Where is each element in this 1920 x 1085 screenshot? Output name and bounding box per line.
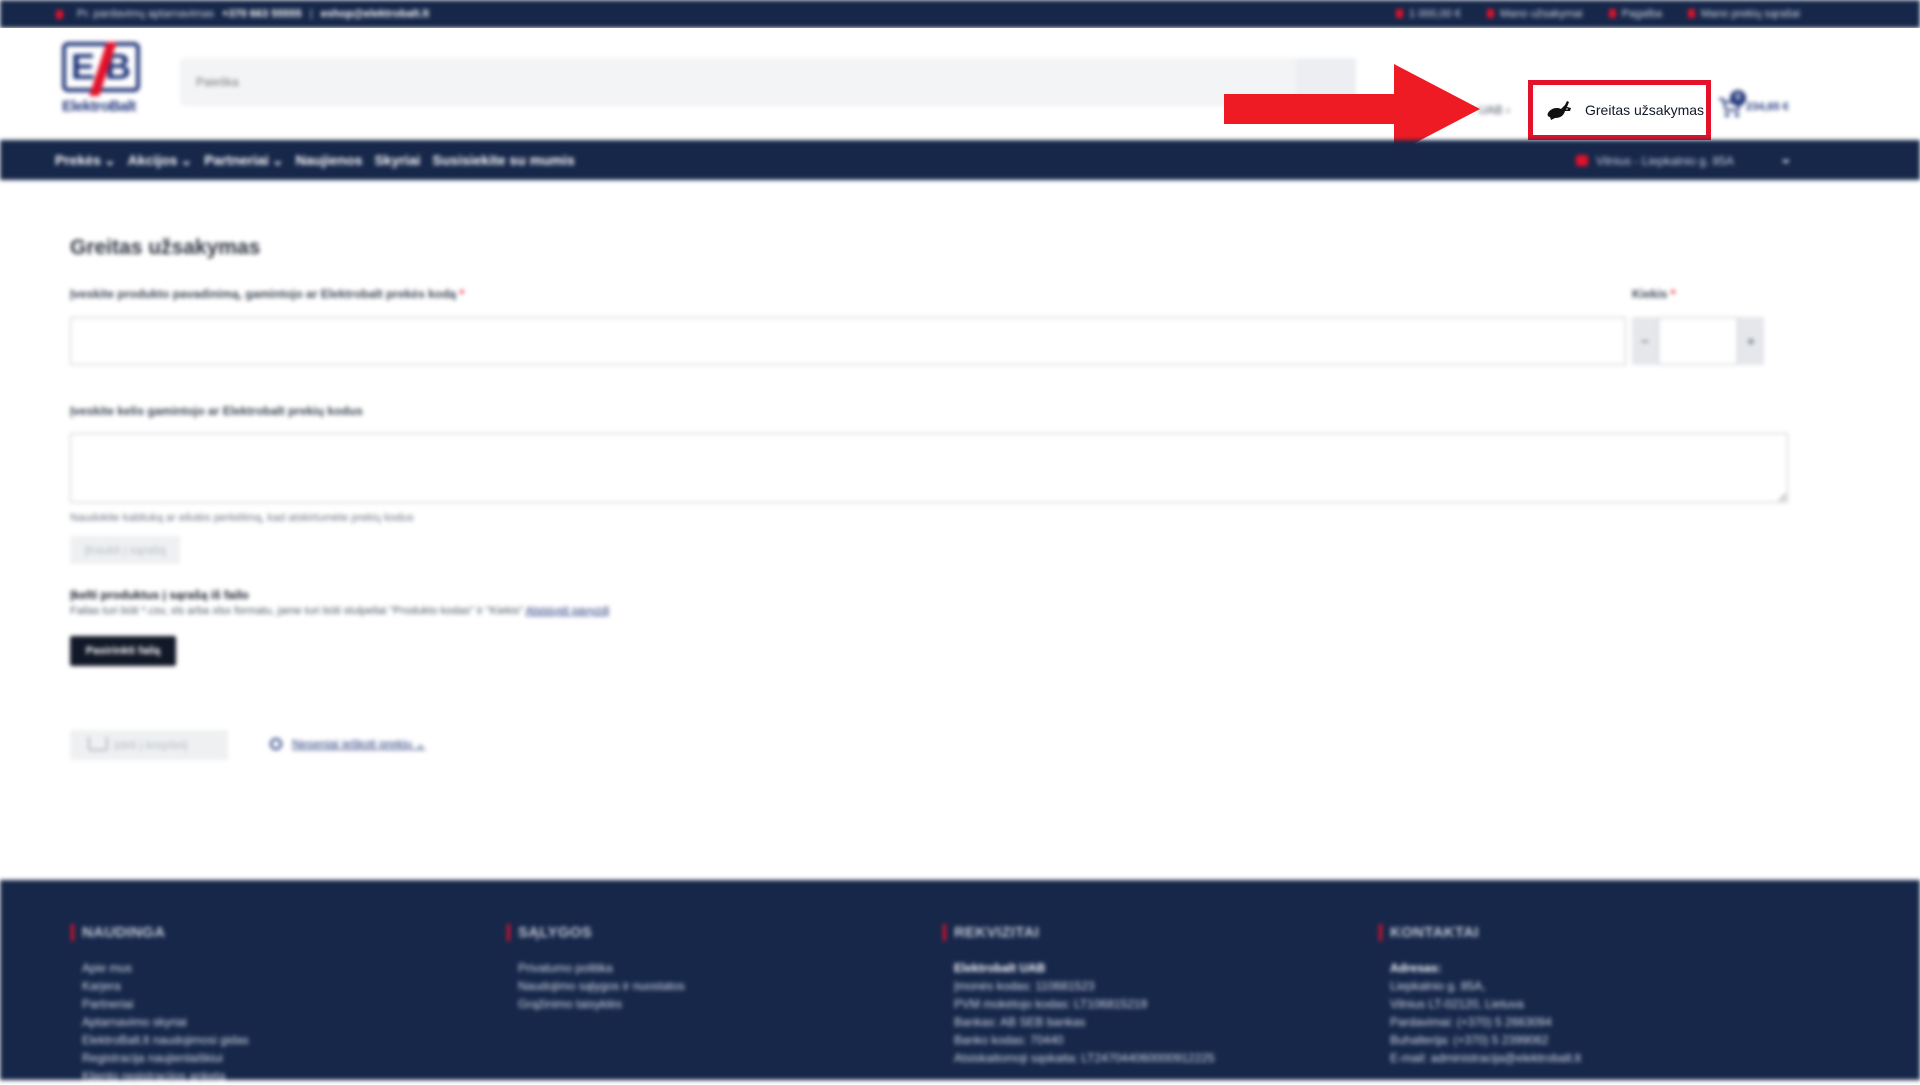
quick-order-label: Greitas užsakymas <box>1585 102 1705 118</box>
footer-text: PVM mokėtojo kodas: LT106815219 <box>954 997 1148 1011</box>
footer-col-contacts: KONTAKTAI Adresas: Liepkalnio g. 85A, Vi… <box>1379 924 1581 1067</box>
store-label: Vilnius - Liepkalnio g. 85A <box>1596 154 1734 168</box>
top-link-orders[interactable]: Mano užsakymai <box>1487 8 1583 20</box>
site-logo[interactable]: E B ElektroBalt <box>62 42 142 122</box>
footer-link[interactable]: ElektroBalt.lt naudojimosi gidas <box>82 1031 249 1049</box>
cart-button[interactable]: 0 234,65 € <box>1718 90 1789 118</box>
nav-item-contact[interactable]: Susisiekite su mumis <box>432 152 574 169</box>
footer-phone-accounting[interactable]: Buhalterija: (+370) 5 2399062 <box>1390 1031 1581 1049</box>
footer-link[interactable]: Grąžinimo taisyklės <box>518 995 685 1013</box>
footer-col-details: REKVIZITAI Elektrobalt UAB Įmonės kodas:… <box>943 924 1215 1067</box>
file-upload-title: Įkelti produktus į sąrašą iš failo <box>70 588 249 602</box>
nav-item-partners[interactable]: Partneriai <box>204 152 283 169</box>
store-icon <box>1576 155 1588 166</box>
history-icon <box>270 738 282 750</box>
codes-field-label: Įveskite kelis gamintojo ar Elektrobalt … <box>70 404 363 418</box>
footer-link[interactable]: Apie mus <box>82 959 249 977</box>
footer-phone-sales[interactable]: Pardavimai: (+370) 5 2663094 <box>1390 1013 1581 1031</box>
phone-link[interactable]: +370 663 55555 <box>222 8 302 20</box>
qty-increase-button[interactable]: + <box>1738 317 1764 365</box>
footer-col-title: NAUDINGA <box>71 924 249 941</box>
footer-col-title: KONTAKTAI <box>1379 924 1581 941</box>
qty-decrease-button[interactable]: − <box>1632 317 1658 365</box>
top-link-help[interactable]: Pagalba <box>1608 8 1662 20</box>
top-link-lists[interactable]: Mano prekių sąrašai <box>1687 8 1800 20</box>
help-icon <box>1608 9 1616 18</box>
quick-order-button[interactable]: Greitas užsakymas <box>1528 80 1711 140</box>
chevron-down-icon[interactable]: ⌄ <box>1780 150 1792 167</box>
footer-col-useful: NAUDINGA Apie mus Karjera Partneriai Apt… <box>71 924 249 1085</box>
rabbit-icon <box>1547 101 1571 120</box>
search-bar <box>180 58 1356 106</box>
footer-link[interactable]: Kliento registracijos anketa <box>82 1067 249 1085</box>
nav-item-news[interactable]: Naujienos <box>296 152 363 169</box>
download-sample-link[interactable]: Atsisiųsti pavyzdį <box>526 605 610 617</box>
codes-textarea[interactable] <box>70 433 1788 503</box>
footer-col-title: SĄLYGOS <box>507 924 685 941</box>
footer-link[interactable]: Privatumo politika <box>518 959 685 977</box>
email-link[interactable]: eshop@elektrobalt.lt <box>321 8 430 20</box>
top-bar-contacts: Pr. pardavimų aptarnavimas +370 663 5555… <box>56 8 429 20</box>
footer-text: Atsiskaitomoji sąskaita: LT2470440600009… <box>954 1051 1215 1065</box>
choose-file-button[interactable]: Pasirinkti failą <box>70 636 176 666</box>
nav-item-promotions[interactable]: Akcijos <box>128 152 193 169</box>
footer-text: Banko kodas: 70440 <box>954 1033 1064 1047</box>
product-search-input[interactable] <box>70 317 1626 365</box>
cart-icon <box>88 737 108 751</box>
file-upload-description: Failas turi būti *.csv, xls arba xlsx fo… <box>70 605 610 617</box>
add-codes-button[interactable]: Įtraukti į sąrašą <box>70 536 180 564</box>
top-link-credit[interactable]: 1 000,00 € <box>1396 8 1461 20</box>
header: E B ElektroBalt UAB › Greitas užsakymas … <box>0 28 1920 154</box>
footer-link[interactable]: Partneriai <box>82 995 249 1013</box>
qty-label: Kiekis * <box>1632 287 1676 301</box>
store-selector[interactable]: Vilnius - Liepkalnio g. 85A <box>1576 154 1734 168</box>
footer-link[interactable]: Naudojimo sąlygos ir nuostatos <box>518 977 685 995</box>
footer-link[interactable]: Registracija naujienlaiškiui <box>82 1049 249 1067</box>
footer-text: Bankas: AB SEB bankas <box>954 1015 1086 1029</box>
logo-mark: E B <box>62 42 140 96</box>
recent-searches-link[interactable]: Neseniai ieškoti prekių ⌄ <box>270 737 425 751</box>
nav-item-products[interactable]: Prekės <box>55 152 116 169</box>
cart-count-badge: 0 <box>1730 90 1746 106</box>
footer-link[interactable]: Aptarnavimo skyriai <box>82 1013 249 1031</box>
add-to-cart-button[interactable]: Įdėti į krepšelį <box>70 730 228 760</box>
footer-text: Įmonės kodas: 110681523 <box>954 979 1095 993</box>
wallet-icon <box>1396 9 1404 18</box>
footer-link[interactable]: Karjera <box>82 977 249 995</box>
orders-icon <box>1487 9 1495 18</box>
footer-text: Elektrobalt UAB <box>954 961 1046 975</box>
top-bar: Pr. pardavimų aptarnavimas +370 663 5555… <box>0 0 1920 28</box>
product-field-label: Įveskite produkto pavadinimą, gamintojo … <box>70 287 465 301</box>
footer-email[interactable]: E-mail: administracija@elektrobalt.lt <box>1390 1049 1581 1067</box>
list-icon <box>1687 9 1695 18</box>
cart-total: 234,65 € <box>1746 101 1789 113</box>
quantity-stepper: − + <box>1632 317 1764 365</box>
main-nav: Prekės Akcijos Partneriai Naujienos Skyr… <box>0 140 1920 180</box>
search-input[interactable] <box>180 58 1356 106</box>
phone-label: Pr. pardavimų aptarnavimas <box>77 8 214 20</box>
footer-text: Liepkalnio g. 85A, <box>1390 979 1486 993</box>
footer-col-title: REKVIZITAI <box>943 924 1215 941</box>
footer-text: Adresas: <box>1390 961 1442 975</box>
footer-text: Vilnius LT-02120, Lietuva <box>1390 997 1524 1011</box>
company-selector[interactable]: UAB › <box>1478 103 1510 117</box>
page-title: Greitas užsakymas <box>70 236 261 259</box>
codes-hint: Naudokite kabliuką ar eilutės perkėlimą,… <box>70 512 414 524</box>
nav-item-branches[interactable]: Skyriai <box>374 152 420 169</box>
phone-icon <box>56 9 63 19</box>
footer-col-terms: SĄLYGOS Privatumo politika Naudojimo sąl… <box>507 924 685 1013</box>
top-bar-links: 1 000,00 € Mano užsakymai Pagalba Mano p… <box>1396 8 1800 20</box>
qty-input[interactable] <box>1658 317 1738 365</box>
footer: NAUDINGA Apie mus Karjera Partneriai Apt… <box>0 880 1920 1083</box>
logo-text: ElektroBalt <box>62 98 136 115</box>
